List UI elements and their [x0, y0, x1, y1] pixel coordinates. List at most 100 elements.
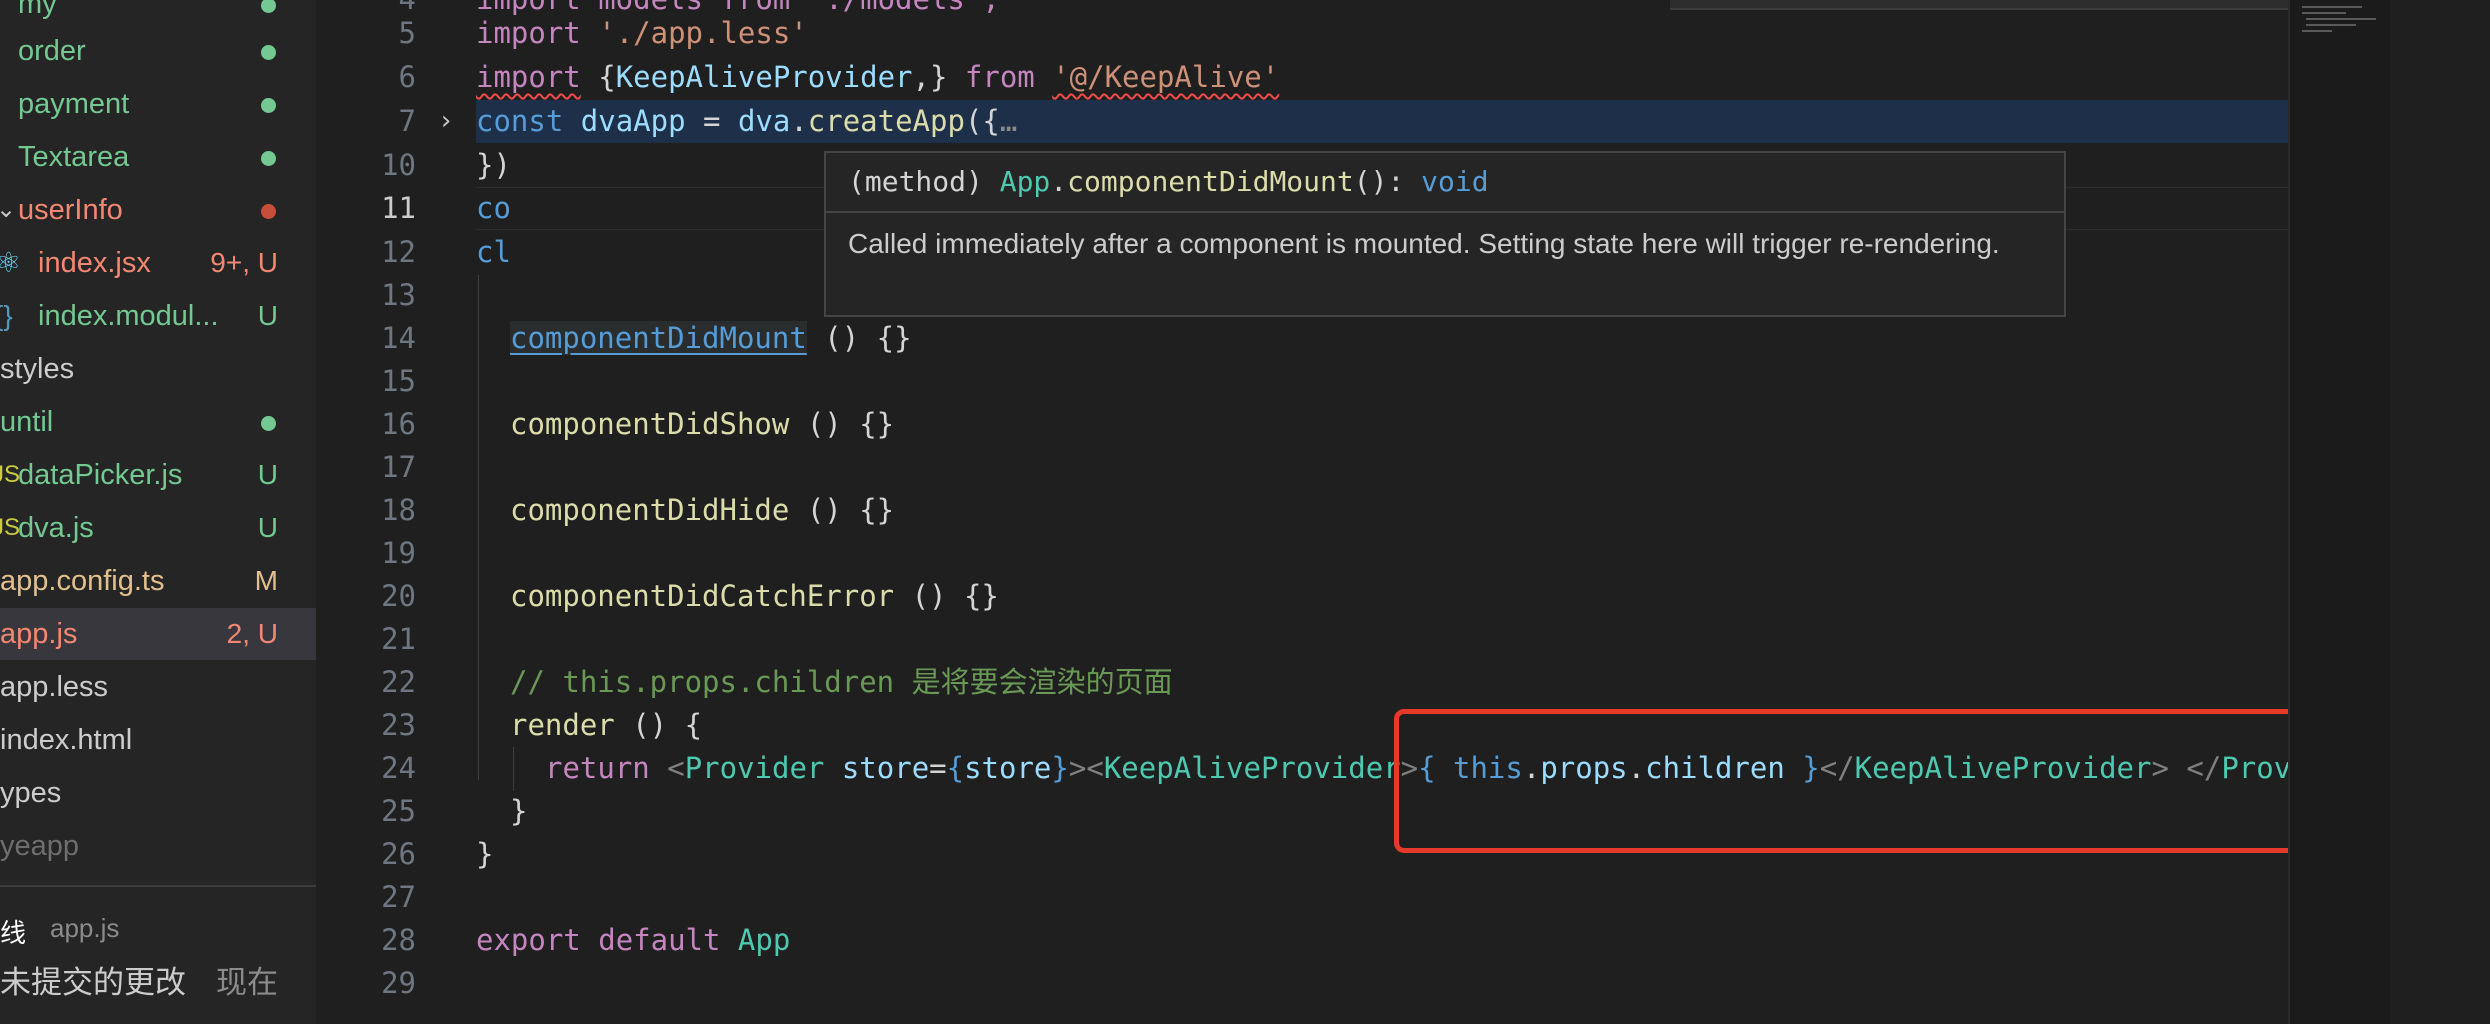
explorer-folder-partial[interactable]: yeapp [0, 820, 316, 872]
timeline-title[interactable]: 线 [0, 913, 26, 950]
explorer-file-app-less[interactable]: app.less [0, 661, 316, 713]
punctuation: ,} [912, 60, 965, 94]
explorer-item-label: app.less [0, 671, 109, 703]
explorer-file-index-module[interactable]: {} index.modul... U [0, 290, 316, 342]
jsx-bracket: > [1068, 751, 1087, 785]
punctuation: = [685, 104, 738, 138]
line-number: 22 [381, 665, 416, 699]
explorer-file-index-html[interactable]: index.html [0, 714, 316, 766]
js-icon: JS [0, 461, 21, 488]
code-line-11: co [476, 187, 511, 230]
explorer-item-label: yeapp [0, 830, 80, 862]
explorer-file-app-js[interactable]: app.js 2, U [0, 608, 316, 660]
keyword: import [476, 60, 581, 94]
explorer-item-label: Textarea [18, 141, 130, 173]
function-name: createApp [807, 104, 965, 138]
line-number: 29 [381, 966, 416, 1000]
indent-guide [478, 275, 479, 780]
explorer-folder-styles[interactable]: styles [0, 343, 316, 395]
line-number: 5 [398, 16, 416, 50]
explorer-folder-userinfo[interactable]: ⌄ userInfo [0, 184, 316, 236]
git-status-dot [261, 151, 276, 166]
punctuation: { [946, 751, 965, 785]
hover-signature: (method) App.componentDidMount(): void [848, 165, 1489, 198]
git-status-badge: M [254, 565, 278, 596]
punctuation: () {} [894, 579, 999, 613]
minimap-line [2302, 6, 2362, 8]
code-editor[interactable]: 4 5 6 7 10 11 12 13 14 15 16 17 18 19 20… [316, 0, 2390, 1024]
explorer-item-label: payment [18, 88, 130, 120]
minimap-line [2306, 18, 2376, 20]
jsx-bracket: < [667, 751, 685, 785]
code-line-7: const dvaApp = dva.createApp({… [476, 100, 1017, 143]
code-line-26: } [476, 833, 493, 876]
line-number: 20 [381, 579, 416, 613]
line-number: 26 [381, 837, 416, 871]
minimap-line [2302, 12, 2346, 14]
punctuation: ({ [964, 104, 1000, 138]
timeline-panel: 线 app.js 未提交的更改 现在 [0, 885, 316, 1024]
explorer-file-index-jsx[interactable]: ⚛ index.jsx 9+, U [0, 237, 316, 289]
explorer-file-app-config[interactable]: app.config.ts M [0, 555, 316, 607]
line-number: 21 [381, 622, 416, 656]
folded-ellipsis[interactable]: … [1000, 104, 1017, 138]
git-status-dot [261, 416, 276, 431]
hover-tooltip: (method) App.componentDidMount(): void C… [824, 151, 2066, 317]
timeline-time: 现在 [216, 965, 278, 1000]
git-status-badge: 9+, U [210, 247, 278, 278]
timeline-entry[interactable]: 未提交的更改 [0, 957, 186, 1002]
indent-guide [513, 747, 514, 791]
explorer-item-label: dataPicker.js [18, 459, 183, 491]
explorer-folder-textarea[interactable]: Textarea [0, 131, 316, 183]
keyword: default [598, 923, 721, 957]
line-number: 23 [381, 708, 416, 742]
punctuation: . [1050, 165, 1068, 198]
identifier: KeepAliveProvider [615, 60, 913, 94]
function-name: componentDidHide [510, 493, 790, 527]
line-number: 28 [381, 923, 416, 957]
line-number: 19 [381, 536, 416, 570]
code-line-14: componentDidMount () {} [510, 317, 912, 360]
line-number: 27 [381, 880, 416, 914]
git-status-badge: U [257, 512, 278, 543]
punctuation: } [476, 837, 494, 871]
jsx-tag: KeepAliveProvider [1103, 751, 1401, 785]
line-number: 25 [381, 794, 416, 828]
punctuation: (): [1353, 165, 1422, 198]
explorer-folder-types[interactable]: ypes [0, 767, 316, 819]
explorer-folder-until[interactable]: until [0, 396, 316, 448]
signature-return-type: void [1421, 165, 1489, 198]
explorer-item-label: index.jsx [38, 247, 151, 279]
line-number: 14 [381, 321, 416, 355]
chevron-down-icon: ⌄ [0, 196, 17, 223]
git-status-dot [261, 98, 276, 113]
code-line-12: cl [476, 231, 511, 274]
explorer-folder-payment[interactable]: payment [0, 78, 316, 130]
punctuation: } [1051, 751, 1069, 785]
explorer-sidebar: my order payment Textarea ⌄ userInfo ⚛ i… [0, 0, 316, 1024]
keyword: export [476, 923, 581, 957]
comment: // this.props.children 是将要会渲染的页面 [510, 665, 1173, 699]
function-name: componentDidShow [510, 407, 790, 441]
signature-class: App [999, 165, 1051, 198]
minimap[interactable] [2288, 0, 2390, 1024]
code-line-25: } [510, 790, 527, 833]
code-line-5: import './app.less' [476, 12, 808, 55]
function-name[interactable]: componentDidMount [510, 321, 807, 355]
minimap-line [2302, 30, 2332, 32]
git-status-dot [261, 45, 276, 60]
explorer-file-dva[interactable]: JS dva.js U [0, 502, 316, 554]
git-status-badge: U [257, 300, 278, 331]
explorer-folder-order[interactable]: order [0, 25, 316, 77]
code-line-22: // this.props.children 是将要会渲染的页面 [510, 661, 1173, 704]
line-number: 6 [398, 60, 416, 94]
react-icon: ⚛ [0, 247, 22, 278]
timeline-file: app.js [50, 913, 120, 943]
explorer-file-datapicker[interactable]: JS dataPicker.js U [0, 449, 316, 501]
chevron-right-icon[interactable]: › [438, 100, 454, 143]
git-status-dot [261, 0, 276, 13]
line-number: 24 [381, 751, 416, 785]
code-text: co [476, 191, 511, 225]
line-number: 17 [381, 450, 416, 484]
code-line-10: }) [476, 144, 511, 187]
